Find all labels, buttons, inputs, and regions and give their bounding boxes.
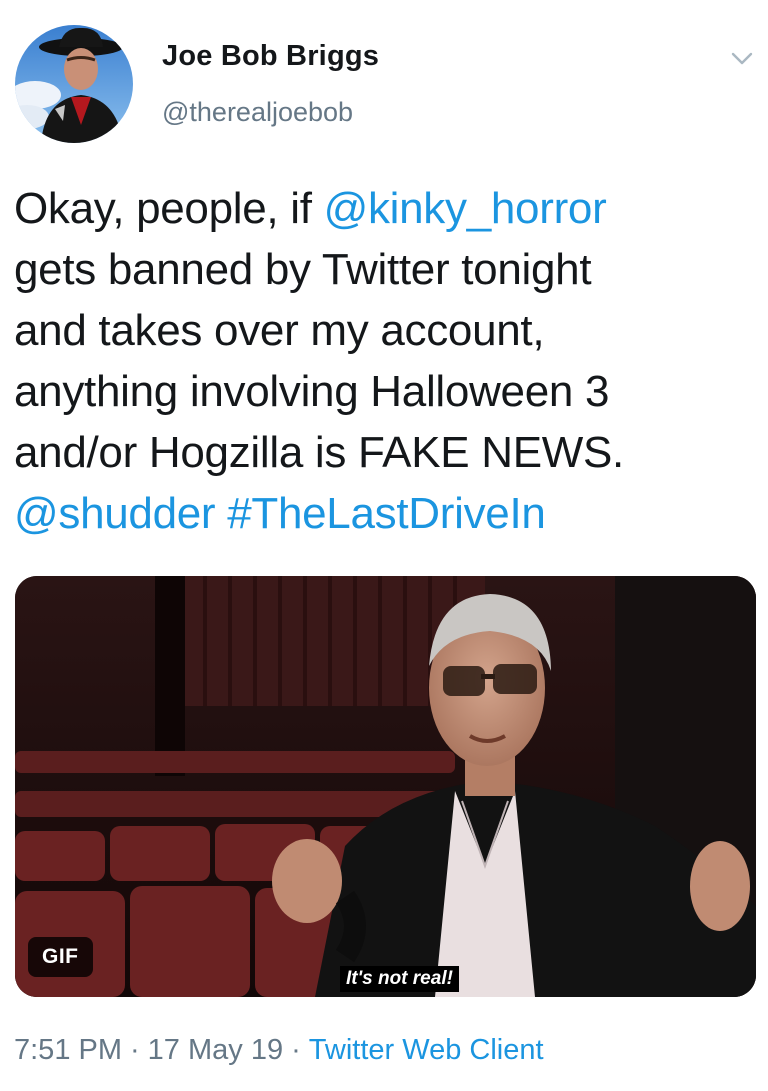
- chevron-down-icon[interactable]: [728, 44, 756, 72]
- tweet-time[interactable]: 7:51 PM: [14, 1034, 122, 1066]
- hashtag-link[interactable]: #TheLastDriveIn: [227, 489, 546, 538]
- mention-shudder-link[interactable]: @shudder: [14, 489, 216, 538]
- tweet-line-2: gets banned by Twitter tonight: [14, 245, 592, 294]
- tweet-line-6: @shudder #TheLastDriveIn: [14, 483, 754, 544]
- avatar[interactable]: [15, 25, 133, 143]
- tweet-line-3: and takes over my account,: [14, 306, 545, 355]
- tweet-text: Okay, people, if @kinky_horror gets bann…: [14, 178, 754, 544]
- gif-caption: It's not real!: [340, 966, 459, 992]
- tweet-line-5: and/or Hogzilla is FAKE NEWS.: [14, 428, 624, 477]
- tweet-line-1: Okay, people, if @kinky_horror: [14, 178, 754, 239]
- author-handle[interactable]: @therealjoebob: [162, 97, 353, 128]
- tweet-meta: 7:51 PM · 17 May 19 · Twitter Web Client: [14, 1034, 544, 1067]
- meta-separator: ·: [130, 1034, 140, 1066]
- gif-media[interactable]: [15, 576, 756, 997]
- tweet-text-segment: Okay, people, if: [14, 184, 324, 233]
- mention-kinky-horror-link[interactable]: @kinky_horror: [324, 184, 607, 233]
- author-display-name[interactable]: Joe Bob Briggs: [162, 40, 379, 73]
- meta-separator: ·: [291, 1034, 301, 1066]
- gif-badge: GIF: [28, 937, 93, 977]
- tweet-date[interactable]: 17 May 19: [148, 1034, 283, 1066]
- client-link[interactable]: Twitter Web Client: [309, 1034, 544, 1066]
- tweet-line-4: anything involving Halloween 3: [14, 367, 610, 416]
